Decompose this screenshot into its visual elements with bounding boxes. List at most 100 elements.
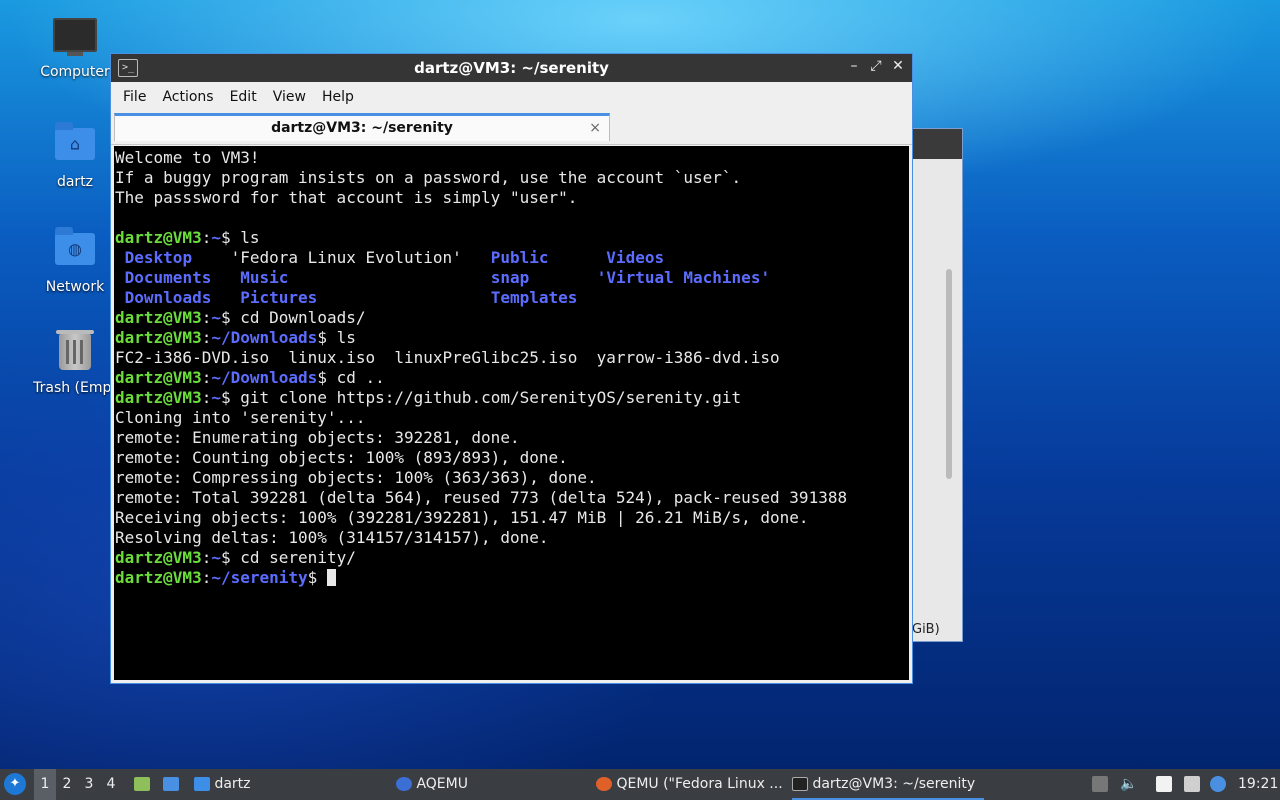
terminal-screen[interactable]: Welcome to VM3! If a buggy program insis… [114, 146, 909, 680]
window-title: dartz@VM3: ~/serenity [414, 59, 609, 77]
home-folder-icon: ⌂ [53, 122, 97, 168]
prompt-user: dartz@VM3 [115, 328, 202, 347]
minimize-button[interactable]: – [846, 58, 862, 74]
output-line: remote: Counting objects: 100% (893/893)… [115, 448, 568, 467]
task-label: dartz@VM3: ~/serenity [812, 776, 976, 792]
desktop-icon-label: dartz [56, 174, 94, 190]
tray-expand-icon [1092, 776, 1108, 792]
desktop-icon-computer[interactable]: Computer [30, 18, 120, 80]
tab-label: dartz@VM3: ~/serenity [271, 120, 453, 136]
prompt-user: dartz@VM3 [115, 368, 202, 387]
menu-help[interactable]: Help [314, 89, 362, 105]
menu-actions[interactable]: Actions [154, 89, 221, 105]
prompt-path: ~ [211, 228, 221, 247]
desktop-icon-label: Network [45, 279, 105, 295]
clock[interactable]: 19:21 [1238, 769, 1278, 800]
terminal-output: Welcome to VM3! If a buggy program insis… [115, 148, 848, 587]
dir-entry: Templates [490, 288, 578, 307]
workspace-2[interactable]: 2 [56, 769, 78, 800]
output-line: Receiving objects: 100% (392281/392281),… [115, 508, 809, 527]
task-aqemu[interactable]: AQEMU [396, 769, 586, 800]
output-line: remote: Compressing objects: 100% (363/3… [115, 468, 597, 487]
dir-entry: Desktop [124, 248, 193, 267]
output-line: If a buggy program insists on a password… [115, 168, 742, 187]
start-menu-button[interactable]: ✦ [4, 769, 26, 800]
command-text: $ cd Downloads/ [220, 308, 366, 327]
desktop-icon-home[interactable]: ⌂ dartz [30, 122, 120, 190]
tab-close-icon[interactable]: × [589, 116, 601, 140]
workspace-4[interactable]: 4 [100, 769, 122, 800]
network-folder-icon: ◍ [53, 227, 97, 273]
tab-bar: dartz@VM3: ~/serenity × [111, 112, 912, 145]
task-qemu[interactable]: QEMU ("Fedora Linux ... [596, 769, 786, 800]
tray-clipboard[interactable] [1156, 769, 1172, 800]
menu-bar: File Actions Edit View Help [111, 82, 912, 112]
prompt-user: dartz@VM3 [115, 388, 202, 407]
start-menu-icon: ✦ [4, 773, 26, 795]
tray-updates[interactable] [1210, 769, 1226, 800]
command-text: $ cd serenity/ [220, 548, 356, 567]
qemu-icon [596, 777, 612, 791]
task-dartz[interactable]: dartz [194, 769, 384, 800]
network-icon [1184, 776, 1200, 792]
update-notifier-icon [1210, 776, 1226, 792]
desktop-icon-label: Computer [40, 64, 110, 80]
text-cursor [326, 569, 336, 586]
dir-entry: Pictures [240, 288, 318, 307]
workspace-switcher: 1234 [34, 769, 122, 800]
prompt-user: dartz@VM3 [115, 228, 202, 247]
quicklaunch-file-manager[interactable] [134, 769, 150, 800]
show-desktop-icon [163, 777, 179, 791]
background-window[interactable]: GiB) [905, 128, 963, 642]
dir-entry: Documents [124, 268, 212, 287]
maximize-button[interactable]: ⤢ [868, 58, 884, 74]
tray-volume[interactable]: 🔈 [1120, 769, 1137, 800]
output-line: remote: Enumerating objects: 392281, don… [115, 428, 520, 447]
task-label: QEMU ("Fedora Linux ... [616, 776, 783, 792]
terminal-window[interactable]: >_ dartz@VM3: ~/serenity – ⤢ ✕ File Acti… [110, 53, 913, 684]
trash-icon [53, 330, 97, 374]
dir-entry: 'Virtual Machines' [596, 268, 771, 287]
workspace-1[interactable]: 1 [34, 769, 56, 800]
prompt-path: ~/Downloads [211, 368, 318, 387]
taskbar: ✦ 1234 dartz AQEMU QEMU ("Fedora Linux .… [0, 769, 1280, 800]
prompt-path: ~ [211, 548, 221, 567]
terminal-icon [792, 777, 808, 791]
computer-icon [53, 18, 97, 58]
dir-entry: Downloads [124, 288, 212, 307]
command-text: $ git clone https://github.com/SerenityO… [220, 388, 742, 407]
dir-entry: 'Fedora Linux Evolution' [230, 248, 462, 267]
prompt-user: dartz@VM3 [115, 548, 202, 567]
desktop-icon-label: Trash (Empt [33, 380, 117, 396]
tray-up-arrow[interactable] [1092, 769, 1108, 800]
output-line: The passsword for that account is simply… [115, 188, 578, 207]
close-button[interactable]: ✕ [890, 58, 906, 74]
menu-file[interactable]: File [115, 89, 154, 105]
dir-entry: Music [240, 268, 289, 287]
terminal-titlebar[interactable]: >_ dartz@VM3: ~/serenity – ⤢ ✕ [111, 54, 912, 82]
menu-view[interactable]: View [265, 89, 314, 105]
file-manager-icon [134, 777, 150, 791]
dir-entry: Public [490, 248, 549, 267]
prompt-path: ~/Downloads [211, 328, 318, 347]
tray-network[interactable] [1184, 769, 1200, 800]
background-window-titlebar[interactable] [906, 129, 962, 159]
command-text: $ ls [220, 228, 260, 247]
task-label: dartz [214, 776, 251, 792]
dir-entry: Videos [606, 248, 665, 267]
command-text: $ cd .. [317, 368, 385, 387]
menu-edit[interactable]: Edit [222, 89, 265, 105]
prompt-path: ~ [211, 308, 221, 327]
prompt-path: ~ [211, 388, 221, 407]
desktop-icon-trash[interactable]: Trash (Empt [30, 330, 120, 396]
quicklaunch-show-desktop[interactable] [163, 769, 179, 800]
folder-icon [194, 777, 210, 791]
command-text: $ [307, 568, 327, 587]
prompt-user: dartz@VM3 [115, 568, 202, 587]
task-terminal[interactable]: dartz@VM3: ~/serenity [792, 769, 984, 800]
tab-serenity[interactable]: dartz@VM3: ~/serenity × [114, 113, 610, 141]
desktop-icon-network[interactable]: ◍ Network [30, 227, 120, 295]
workspace-3[interactable]: 3 [78, 769, 100, 800]
background-window-scrollbar[interactable] [946, 269, 952, 479]
output-line: remote: Total 392281 (delta 564), reused… [115, 488, 848, 507]
